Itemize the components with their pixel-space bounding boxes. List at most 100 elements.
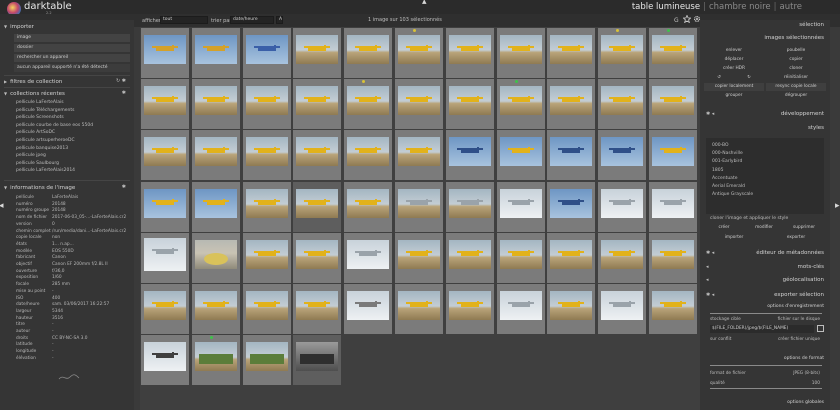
recent-collection-item[interactable]: pellicule LaFerteAlais — [16, 100, 64, 105]
selected-images-button[interactable]: poubelle — [766, 47, 826, 55]
thumbnail-cell[interactable] — [598, 79, 647, 130]
style-action-button[interactable]: importer — [704, 234, 764, 242]
thumbnail-cell[interactable] — [293, 335, 342, 386]
thumbnail-cell[interactable] — [445, 28, 494, 78]
thumbnail-cell[interactable] — [598, 28, 647, 78]
recent-collections-header[interactable]: ▼ collections récentes ✱ — [4, 89, 130, 98]
view-other[interactable]: autre — [780, 2, 802, 12]
collapse-top-arrow-icon[interactable]: ▴ — [422, 0, 427, 7]
recent-collection-item[interactable]: pellicule Screenshots — [16, 115, 64, 120]
selected-images-button[interactable]: créer HDR — [704, 65, 764, 73]
selected-images-button[interactable]: cloner — [766, 65, 826, 73]
file-format-value[interactable]: JPEG (8-bits) — [793, 371, 820, 376]
thumbnail-cell[interactable] — [191, 232, 240, 283]
thumbnail-cell[interactable] — [242, 130, 291, 181]
keywords-header[interactable]: ◂ mots-clés — [700, 262, 830, 272]
style-action-button[interactable]: modifier — [744, 224, 784, 232]
thumbnail-cell[interactable] — [293, 284, 342, 334]
style-action-button[interactable]: supprimer — [784, 224, 824, 232]
import-image-button[interactable]: image — [14, 34, 130, 42]
thumbnail-cell[interactable] — [191, 284, 240, 334]
thumbnail-cell[interactable] — [547, 232, 596, 283]
thumbnail-cell[interactable] — [598, 130, 647, 181]
selected-images-header[interactable]: images sélectionnées — [700, 33, 830, 43]
sort-direction-button[interactable]: A — [276, 16, 283, 24]
recent-collection-item[interactable]: pellicule jpeg — [16, 153, 46, 158]
thumbnail-cell[interactable] — [395, 28, 443, 78]
style-item[interactable]: Accentuate — [712, 176, 737, 181]
filter-dropdown[interactable]: tout — [160, 16, 208, 24]
geolocation-header[interactable]: ◂ géolocalisation — [700, 275, 830, 285]
styles-header[interactable]: styles — [700, 123, 830, 133]
thumbnail-cell[interactable] — [242, 335, 291, 386]
thumbnail-cell[interactable] — [547, 79, 596, 130]
thumbnail-cell[interactable] — [496, 79, 545, 130]
quality-row[interactable]: qualité 100 — [710, 381, 824, 386]
export-path-input[interactable]: $(FILE_FOLDER)/jpeg/$(FILE_NAME) — [710, 325, 814, 333]
folder-browse-icon[interactable] — [817, 325, 824, 332]
reset-icon[interactable]: ↻ ✱ — [116, 77, 126, 86]
selected-images-button[interactable]: copier — [766, 56, 826, 64]
thumbnail-cell[interactable] — [293, 130, 342, 181]
thumbnail-cell[interactable] — [242, 232, 291, 283]
recent-collection-item[interactable]: pellicule ArtSoDC — [16, 130, 55, 135]
thumbnail-cell[interactable] — [191, 79, 240, 130]
reset-icon[interactable]: ✱ ◂ — [706, 248, 714, 258]
selected-images-button[interactable]: déplacer — [704, 56, 764, 64]
thumbnail-cell[interactable] — [242, 28, 291, 78]
thumbnail-cell[interactable] — [598, 284, 647, 334]
collection-filters-header[interactable]: ▶ filtres de collection ↻ ✱ — [4, 77, 130, 86]
selected-images-button[interactable]: grouper — [704, 92, 764, 100]
thumbnail-cell[interactable] — [141, 284, 189, 334]
thumbnail-cell[interactable] — [141, 79, 189, 130]
reset-icon[interactable]: ✱ ◂ — [706, 290, 714, 300]
selected-images-button[interactable]: réinitialiser — [766, 74, 826, 82]
style-action-button[interactable]: exporter — [766, 234, 826, 242]
thumbnail-cell[interactable] — [649, 181, 697, 232]
thumbnail-cell[interactable] — [445, 79, 494, 130]
thumbnail-cell[interactable] — [242, 181, 291, 232]
recent-collection-item[interactable]: pellicule banquise2013 — [16, 146, 68, 151]
thumbnail-cell[interactable] — [649, 130, 697, 181]
thumbnail-cell[interactable] — [547, 28, 596, 78]
selected-images-button[interactable]: resync copie locale — [766, 83, 826, 91]
thumbnail-cell[interactable] — [344, 181, 393, 232]
thumbnail-cell[interactable] — [496, 232, 545, 283]
thumbnail-cell[interactable] — [496, 130, 545, 181]
recent-collection-item[interactable]: pellicule artsuperheroeDC — [16, 138, 75, 143]
selected-images-button[interactable]: copier localement — [704, 83, 764, 91]
style-item[interactable]: Antique Grayscale — [712, 192, 753, 197]
recent-collection-item[interactable]: pellicule Saulbourg — [16, 161, 59, 166]
thumbnail-cell[interactable] — [344, 28, 393, 78]
thumbnail-cell[interactable] — [395, 181, 443, 232]
thumbnail-cell[interactable] — [598, 181, 647, 232]
development-header[interactable]: ✱ ◂ développement — [700, 109, 830, 119]
thumbnail-cell[interactable] — [649, 28, 697, 78]
recent-collection-item[interactable]: pellicule Téléchargements — [16, 108, 75, 113]
thumbnail-cell[interactable] — [293, 232, 342, 283]
sort-dropdown[interactable]: date/heure — [230, 16, 274, 24]
thumbnail-cell[interactable] — [547, 130, 596, 181]
thumbnail-cell[interactable] — [141, 28, 189, 78]
thumbnail-cell[interactable] — [445, 232, 494, 283]
reset-icon[interactable]: ✱ ◂ — [706, 109, 714, 119]
thumbnail-cell[interactable] — [141, 181, 189, 232]
thumbnail-cell[interactable] — [344, 130, 393, 181]
metadata-editor-header[interactable]: ✱ ◂ éditeur de métadonnées — [700, 248, 830, 258]
thumbnail-cell[interactable] — [649, 284, 697, 334]
thumbnail-cell[interactable] — [547, 284, 596, 334]
selected-images-button[interactable]: ↻ — [734, 74, 764, 82]
thumbnail-cell[interactable] — [141, 130, 189, 181]
style-item[interactable]: Aerial Emerald — [712, 184, 745, 189]
thumbnail-cell[interactable] — [496, 181, 545, 232]
thumbnail-cell[interactable] — [191, 28, 240, 78]
selection-header[interactable]: sélection — [700, 20, 830, 30]
thumbnail-cell[interactable] — [547, 181, 596, 232]
recent-collection-item[interactable]: pellicule LaFerteAlais2014 — [16, 168, 75, 173]
thumbnail-cell[interactable] — [445, 284, 494, 334]
collapse-left-arrow-icon[interactable]: ◂ — [0, 202, 4, 211]
thumbnail-cell[interactable] — [496, 284, 545, 334]
thumbnail-cell[interactable] — [649, 79, 697, 130]
thumbnail-cell[interactable] — [395, 284, 443, 334]
thumbnail-cell[interactable] — [293, 181, 342, 232]
